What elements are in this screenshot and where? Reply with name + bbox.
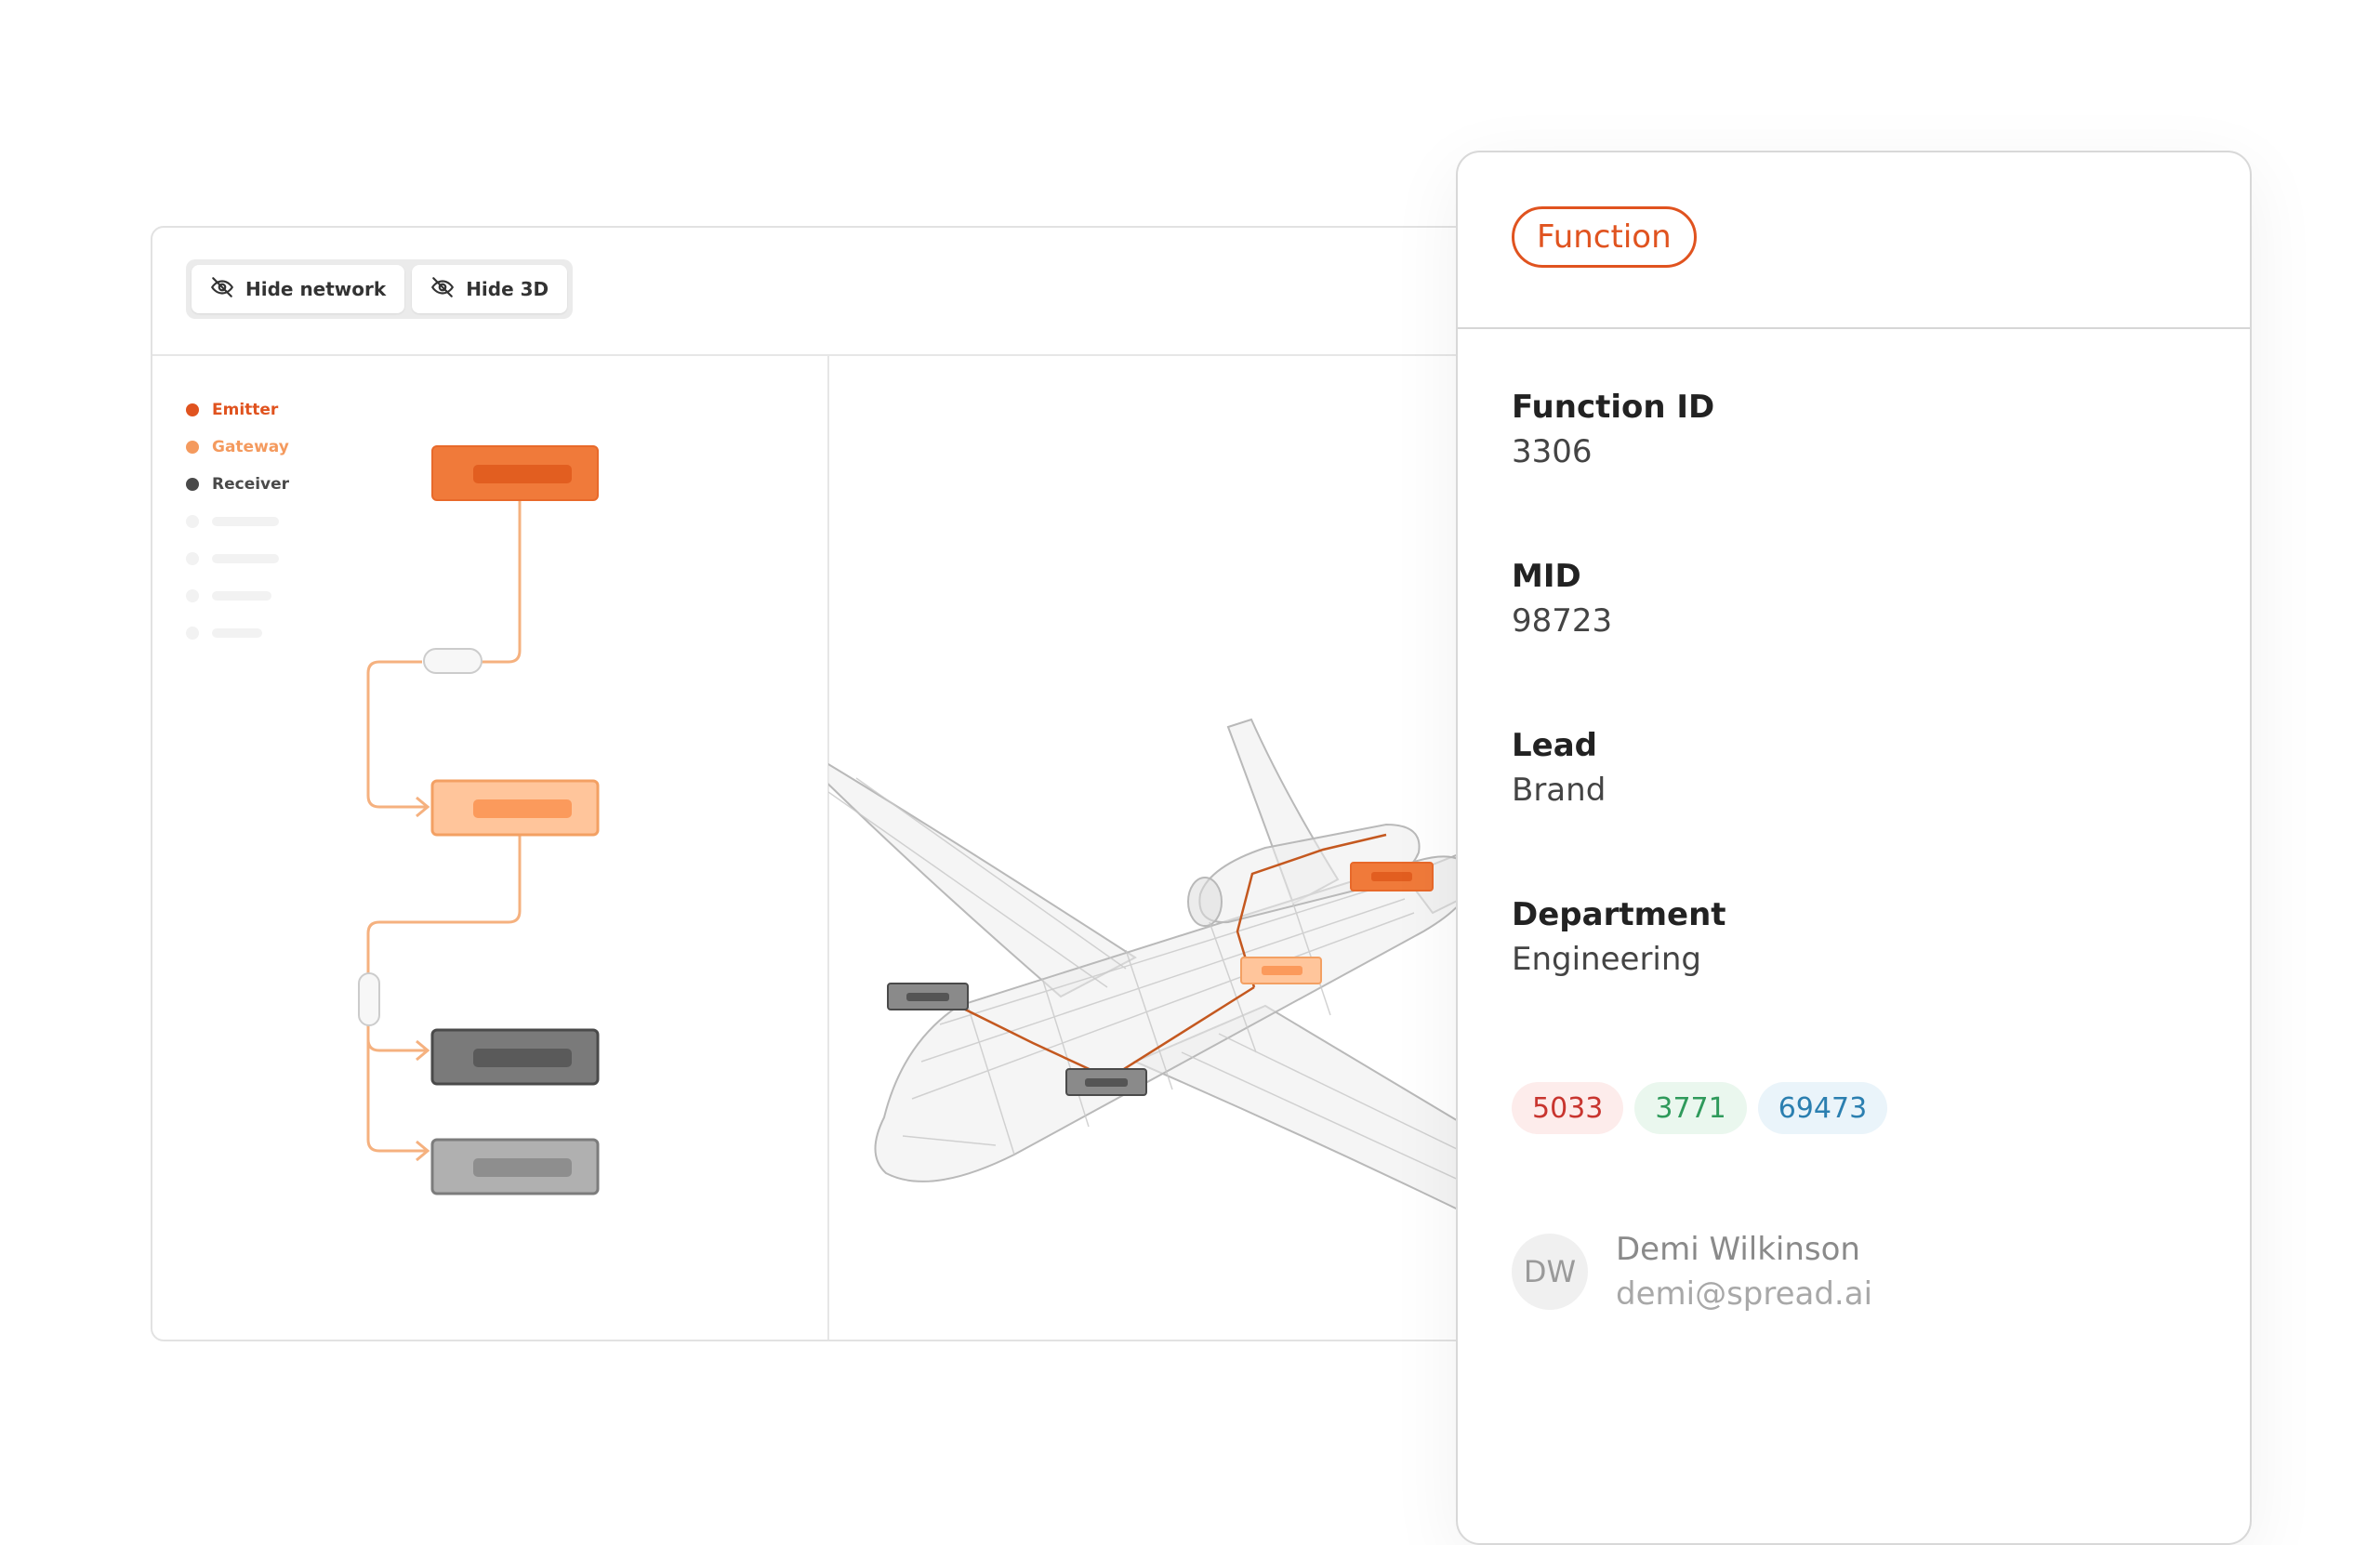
tag[interactable]: 5033 — [1512, 1082, 1624, 1134]
connector-line — [459, 483, 522, 664]
tag-list: 5033 3771 69473 — [1512, 1082, 1888, 1134]
field-lead: Lead Brand — [1512, 727, 1606, 809]
hide-network-label: Hide network — [245, 278, 387, 300]
field-value: 3306 — [1512, 433, 1593, 470]
detail-panel: Function Function ID 3306 MID 98723 Lead… — [1456, 151, 2252, 1545]
aircraft-model — [828, 718, 1545, 1254]
main-window: Hide network Hide 3D Emitter Gateway Rec… — [151, 226, 1545, 1341]
user-card: DW Demi Wilkinson demi@spread.ai — [1512, 1231, 1872, 1313]
field-label: Lead — [1512, 727, 1598, 764]
connector-line — [366, 835, 522, 1153]
connector-line — [366, 1038, 428, 1052]
user-name: Demi Wilkinson — [1616, 1231, 1860, 1268]
tag[interactable]: 69473 — [1757, 1082, 1888, 1134]
field-value: 98723 — [1512, 602, 1613, 640]
field-label: Function ID — [1512, 389, 1715, 426]
connector-pill — [423, 648, 483, 674]
field-function-id: Function ID 3306 — [1512, 389, 1714, 470]
connector-line — [366, 660, 428, 809]
eye-off-icon — [210, 275, 234, 304]
connector-pill — [358, 972, 380, 1026]
avatar: DW — [1512, 1234, 1588, 1310]
3d-view[interactable] — [828, 355, 1545, 1341]
type-badge: Function — [1512, 206, 1697, 268]
field-department: Department Engineering — [1512, 896, 1726, 978]
aircraft-wing — [828, 762, 1137, 998]
hide-3d-button[interactable]: Hide 3D — [412, 265, 568, 313]
hide-network-button[interactable]: Hide network — [192, 265, 405, 313]
network-diagram — [358, 445, 600, 1195]
hide-3d-label: Hide 3D — [466, 278, 549, 300]
field-value: Brand — [1512, 772, 1606, 809]
eye-off-icon — [430, 275, 455, 304]
user-email[interactable]: demi@spread.ai — [1616, 1275, 1872, 1313]
field-mid: MID 98723 — [1512, 558, 1612, 640]
field-label: MID — [1512, 558, 1581, 595]
field-label: Department — [1512, 896, 1726, 933]
field-value: Engineering — [1512, 941, 1701, 978]
view-toggle-toolbar: Hide network Hide 3D — [186, 259, 574, 319]
tag[interactable]: 3771 — [1634, 1082, 1747, 1134]
panel-divider — [1458, 327, 2250, 329]
